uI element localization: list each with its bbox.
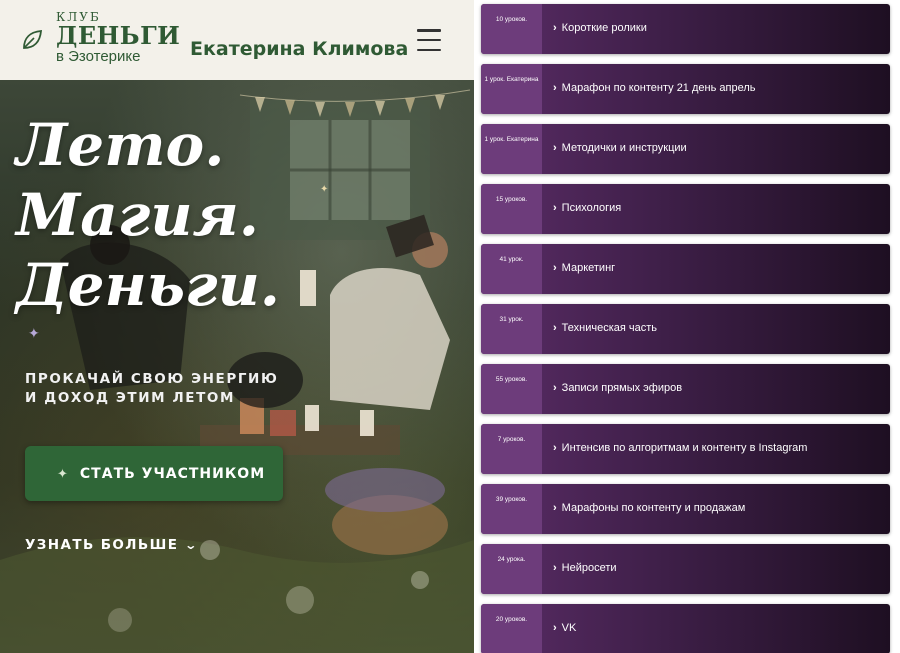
menu-icon[interactable]	[417, 29, 441, 51]
chevron-right-icon: ›	[553, 562, 557, 574]
chevron-right-icon: ›	[553, 202, 557, 214]
lesson-count: 15 уроков.	[481, 184, 542, 234]
course-title-text: Маркетинг	[561, 262, 616, 274]
hero-section: ✦ ✦ Лето. Магия. Деньги. ПРОКАЧАЙ СВОЮ Э…	[0, 80, 474, 653]
chevron-right-icon: ›	[553, 382, 557, 394]
logo-line-3: в Эзотерике	[56, 48, 141, 65]
club-logo[interactable]: КЛУБ ДЕНЬГИ в Эзотерике	[56, 10, 180, 65]
course-card[interactable]: 7 уроков. › Интенсив по алгоритмам и конте…	[481, 424, 890, 474]
lesson-count: 31 урок.	[481, 304, 542, 354]
chevron-right-icon: ›	[553, 82, 557, 94]
lesson-count: 7 уроков.	[481, 424, 542, 474]
course-title: › Короткие ролики	[553, 22, 647, 34]
course-card[interactable]: 15 уроков. › Психология	[481, 184, 890, 234]
course-card[interactable]: 55 уроков. › Записи прямых эфиров	[481, 364, 890, 414]
course-title: › Записи прямых эфиров	[553, 382, 682, 394]
course-title-text: Нейросети	[561, 562, 617, 574]
chevron-right-icon: ›	[553, 322, 557, 334]
lesson-count: 41 урок.	[481, 244, 542, 294]
chevron-right-icon: ›	[553, 622, 557, 634]
headline-line-1: Лето.	[16, 111, 225, 179]
course-card[interactable]: 24 урока. › Нейросети	[481, 544, 890, 594]
chevron-right-icon: ›	[553, 262, 557, 274]
course-title-text: Методички и инструкции	[561, 142, 687, 154]
course-title: › Техническая часть	[553, 322, 657, 334]
leaf-icon	[23, 30, 42, 49]
lesson-count: 55 уроков.	[481, 364, 542, 414]
course-list: 10 уроков. › Короткие ролики 1 урок. Екатер…	[474, 0, 900, 653]
course-title: › Интенсив по алгоритмам и контенту в Ins…	[553, 442, 807, 454]
course-title-text: Марафоны по контенту и продажам	[561, 502, 746, 514]
hero-headline: Лето. Магия. Деньги.	[16, 110, 280, 320]
course-title-text: Психология	[561, 202, 622, 214]
course-title: › Марафоны по контенту и продажам	[553, 502, 745, 514]
course-title: › Нейросети	[553, 562, 617, 574]
course-card[interactable]: 10 уроков. › Короткие ролики	[481, 4, 890, 54]
course-card[interactable]: 41 урок. › Маркетинг	[481, 244, 890, 294]
lesson-count: 39 уроков.	[481, 484, 542, 534]
course-title: › Психология	[553, 202, 621, 214]
course-title: › Марафон по контенту 21 день апрель	[553, 82, 755, 94]
course-title-text: VK	[561, 622, 577, 634]
chevron-right-icon: ›	[553, 142, 557, 154]
lesson-count: 1 урок. Екатерина	[481, 64, 542, 114]
site-header: КЛУБ ДЕНЬГИ в Эзотерике Екатерина Климов…	[0, 0, 474, 80]
tagline-line-2: И ДОХОД ЭТИМ ЛЕТОМ	[25, 390, 236, 406]
svg-text:✦: ✦	[28, 326, 40, 342]
course-title-text: Техническая часть	[561, 322, 658, 334]
headline-line-3: Деньги.	[16, 251, 281, 319]
course-title-text: Короткие ролики	[561, 22, 647, 34]
course-card[interactable]: 1 урок. Екатерина › Марафон по контенту 21…	[481, 64, 890, 114]
course-card[interactable]: 31 урок. › Техническая часть	[481, 304, 890, 354]
course-title: › VK	[553, 622, 576, 634]
course-title-text: Марафон по контенту 21 день апрель	[561, 82, 756, 94]
chevron-right-icon: ›	[553, 502, 557, 514]
lesson-count: 24 урока.	[481, 544, 542, 594]
headline-line-2: Магия.	[16, 181, 259, 249]
landing-panel: КЛУБ ДЕНЬГИ в Эзотерике Екатерина Климов…	[0, 0, 474, 653]
author-name: Екатерина Климова	[190, 38, 409, 60]
course-card[interactable]: 1 урок. Екатерина › Методички и инструкции	[481, 124, 890, 174]
chevron-down-icon: ⌄	[184, 538, 200, 552]
chevron-right-icon: ›	[553, 442, 557, 454]
lesson-count: 1 урок. Екатерина	[481, 124, 542, 174]
become-member-button[interactable]: ✦ СТАТЬ УЧАСТНИКОМ	[25, 446, 283, 501]
learn-more-link[interactable]: УЗНАТЬ БОЛЬШЕ ⌄	[25, 537, 198, 553]
hero-tagline: ПРОКАЧАЙ СВОЮ ЭНЕРГИЮ И ДОХОД ЭТИМ ЛЕТОМ	[25, 370, 278, 408]
logo-line-2: ДЕНЬГИ	[56, 21, 181, 50]
course-title-text: Записи прямых эфиров	[561, 382, 683, 394]
course-title: › Маркетинг	[553, 262, 615, 274]
tagline-line-1: ПРОКАЧАЙ СВОЮ ЭНЕРГИЮ	[25, 371, 279, 387]
become-member-label: СТАТЬ УЧАСТНИКОМ	[79, 465, 266, 482]
lesson-count: 20 уроков.	[481, 604, 542, 653]
svg-text:✦: ✦	[320, 184, 328, 195]
course-card[interactable]: 20 уроков. › VK	[481, 604, 890, 653]
sparkle-icon: ✦	[57, 465, 68, 481]
learn-more-label: УЗНАТЬ БОЛЬШЕ	[25, 537, 179, 553]
chevron-right-icon: ›	[553, 22, 557, 34]
course-title: › Методички и инструкции	[553, 142, 687, 154]
course-title-text: Интенсив по алгоритмам и контенту в Inst…	[561, 442, 808, 454]
course-card[interactable]: 39 уроков. › Марафоны по контенту и продаж…	[481, 484, 890, 534]
lesson-count: 10 уроков.	[481, 4, 542, 54]
